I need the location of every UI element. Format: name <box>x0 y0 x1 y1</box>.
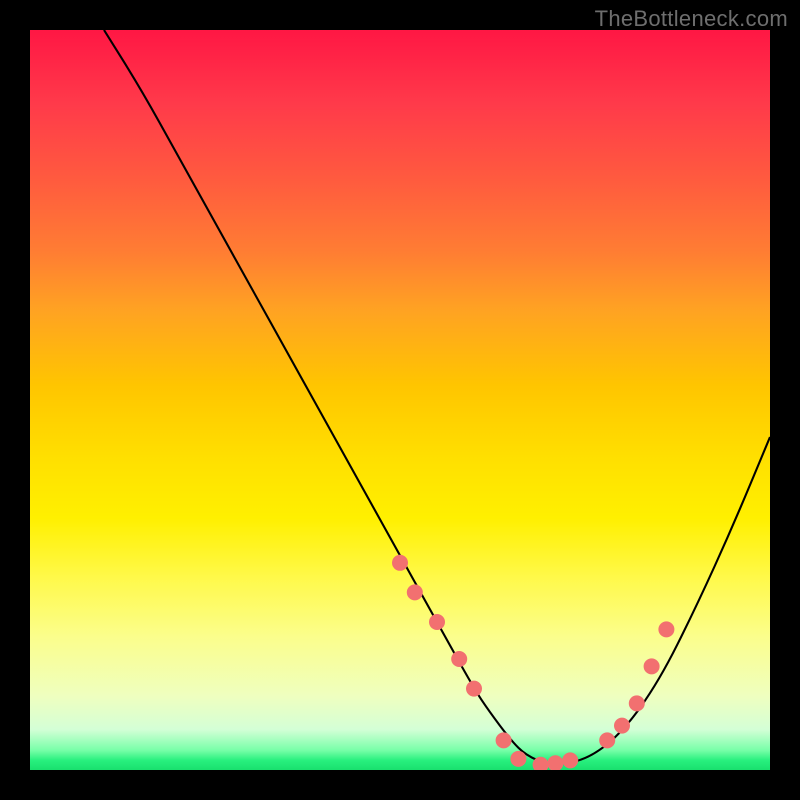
data-dot <box>496 732 512 748</box>
data-dot <box>429 614 445 630</box>
data-dot <box>629 695 645 711</box>
data-dot <box>510 751 526 767</box>
data-dot <box>562 752 578 768</box>
data-dot <box>451 651 467 667</box>
data-dot <box>644 658 660 674</box>
data-dot <box>392 555 408 571</box>
data-dot <box>614 718 630 734</box>
data-dot <box>658 621 674 637</box>
data-dot <box>466 681 482 697</box>
data-dot <box>407 584 423 600</box>
data-dots <box>392 555 674 770</box>
plot-area <box>30 30 770 770</box>
bottleneck-curve <box>30 30 770 770</box>
data-dot <box>599 732 615 748</box>
data-dot <box>547 755 563 770</box>
chart-frame: TheBottleneck.com <box>0 0 800 800</box>
watermark-text: TheBottleneck.com <box>595 6 788 32</box>
curve-line <box>104 30 770 763</box>
